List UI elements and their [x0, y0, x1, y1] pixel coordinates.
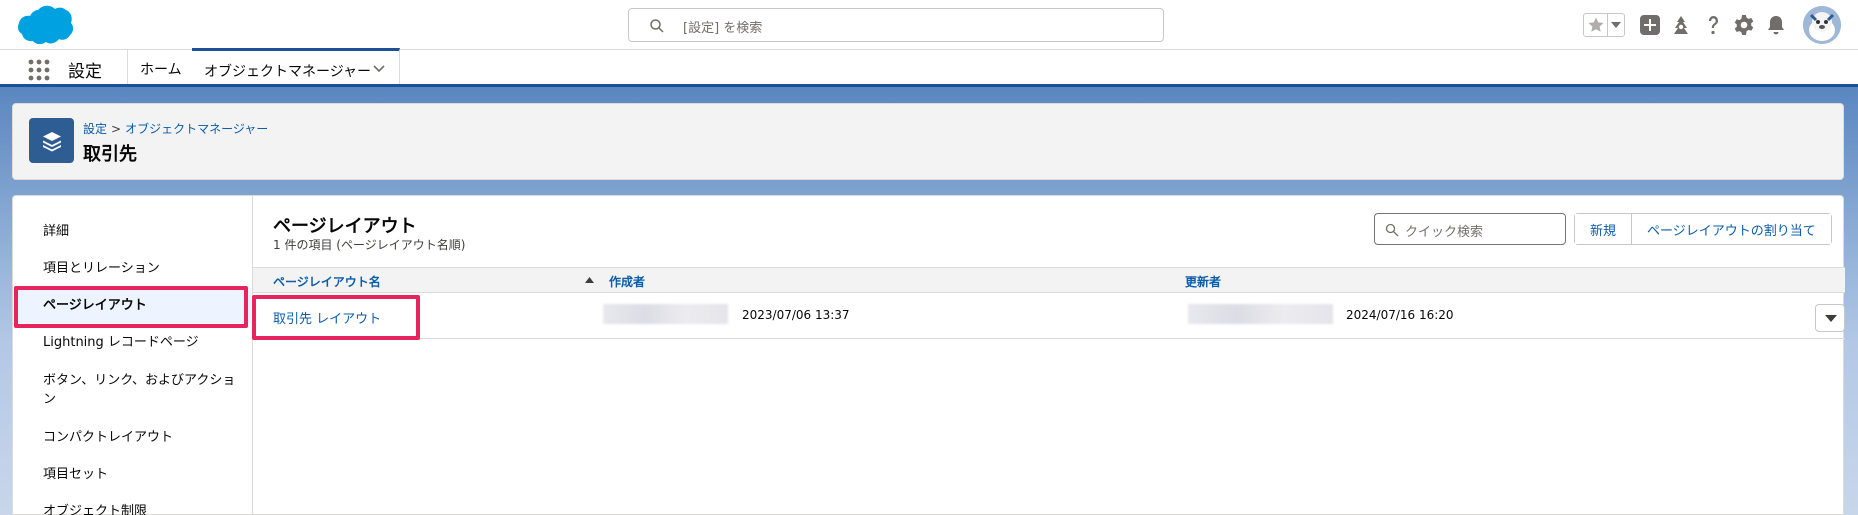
chevron-down-icon[interactable]	[373, 65, 385, 73]
column-header-modified-by[interactable]: 更新者	[1185, 273, 1221, 290]
breadcrumb-separator: >	[111, 122, 122, 136]
object-icon	[29, 118, 74, 163]
row-actions-button[interactable]	[1815, 304, 1845, 332]
table-row: 取引先 レイアウト 2023/07/06 13:37 2024/07/16 16…	[253, 293, 1845, 339]
sort-ascending-icon[interactable]	[585, 277, 594, 283]
favorites-button[interactable]	[1583, 13, 1625, 37]
item-count: 1 件の項目 (ページレイアウト名順)	[273, 238, 466, 252]
sidebar-item-buttons-links-actions[interactable]: ボタン、リンク、およびアクション	[43, 371, 243, 409]
quick-search-input[interactable]: クイック検索	[1374, 213, 1566, 245]
action-button-group: 新規 ページレイアウトの割り当て	[1574, 213, 1832, 245]
tab-label: ホーム	[140, 62, 182, 78]
sidebar-item-object-limits[interactable]: オブジェクト制限	[43, 502, 243, 515]
redacted-user-name	[603, 304, 728, 324]
sidebar-item-lightning-record-pages[interactable]: Lightning レコードページ	[43, 333, 243, 352]
column-header-created-by[interactable]: 作成者	[609, 273, 645, 290]
breadcrumb-object-manager[interactable]: オブジェクトマネージャー	[125, 122, 268, 136]
global-search-input[interactable]: [設定] を検索	[628, 8, 1164, 42]
add-icon[interactable]	[1638, 13, 1662, 37]
redacted-user-name	[1188, 304, 1333, 324]
quick-search-placeholder: クイック検索	[1405, 225, 1484, 240]
cloud-logo[interactable]	[12, 4, 74, 48]
main-panel: 詳細 項目とリレーション ページレイアウト Lightning レコードページ …	[12, 195, 1845, 515]
page-title: 取引先	[83, 144, 137, 165]
tab-home[interactable]: ホーム	[128, 50, 195, 84]
app-launcher-icon[interactable]	[28, 59, 50, 81]
chevron-down-icon	[1825, 315, 1837, 322]
page-layout-assignment-button[interactable]: ページレイアウトの割り当て	[1631, 214, 1831, 244]
breadcrumb-setup[interactable]: 設定	[83, 122, 107, 136]
page-layouts-content: ページレイアウト 1 件の項目 (ページレイアウト名順) クイック検索 新規 ペ…	[253, 196, 1845, 515]
avatar[interactable]	[1803, 6, 1841, 44]
tab-object-manager[interactable]: オブジェクトマネージャー	[192, 48, 400, 84]
star-icon	[1588, 17, 1604, 32]
new-button[interactable]: 新規	[1575, 214, 1632, 244]
global-header: [設定] を検索	[0, 0, 1858, 50]
highlight-box-layout-link	[252, 295, 420, 340]
divider	[1607, 14, 1608, 36]
modified-date: 2024/07/16 16:20	[1346, 308, 1454, 322]
search-icon	[650, 19, 664, 33]
trailhead-icon[interactable]	[1669, 13, 1693, 37]
highlight-box-sidebar	[14, 286, 248, 328]
sidebar-item-details[interactable]: 詳細	[43, 222, 243, 241]
sidebar: 詳細 項目とリレーション ページレイアウト Lightning レコードページ …	[13, 196, 253, 515]
sidebar-item-field-sets[interactable]: 項目セット	[43, 465, 243, 484]
sidebar-item-compact-layouts[interactable]: コンパクトレイアウト	[43, 428, 243, 447]
created-date: 2023/07/06 13:37	[742, 308, 850, 322]
table-header: ページレイアウト名 作成者 更新者	[253, 267, 1845, 293]
bell-icon[interactable]	[1764, 13, 1788, 37]
breadcrumb: 設定 > オブジェクトマネージャー	[83, 120, 268, 137]
sidebar-item-fields-relationships[interactable]: 項目とリレーション	[43, 259, 243, 278]
column-header-page-layout-name[interactable]: ページレイアウト名	[273, 273, 381, 290]
context-bar: 設定 ホーム オブジェクトマネージャー	[0, 48, 1858, 87]
tab-label: オブジェクトマネージャー	[204, 64, 372, 80]
user-avatar-icon	[1803, 6, 1841, 44]
layers-icon	[43, 132, 61, 152]
chevron-down-icon[interactable]	[1611, 22, 1621, 28]
app-name: 設定	[68, 62, 102, 82]
gear-icon[interactable]	[1732, 13, 1756, 37]
search-icon	[1385, 223, 1399, 237]
search-placeholder: [設定] を検索	[683, 21, 763, 36]
page-header: 設定 > オブジェクトマネージャー 取引先	[12, 103, 1844, 180]
section-title: ページレイアウト	[273, 216, 417, 237]
help-icon[interactable]	[1701, 13, 1725, 37]
